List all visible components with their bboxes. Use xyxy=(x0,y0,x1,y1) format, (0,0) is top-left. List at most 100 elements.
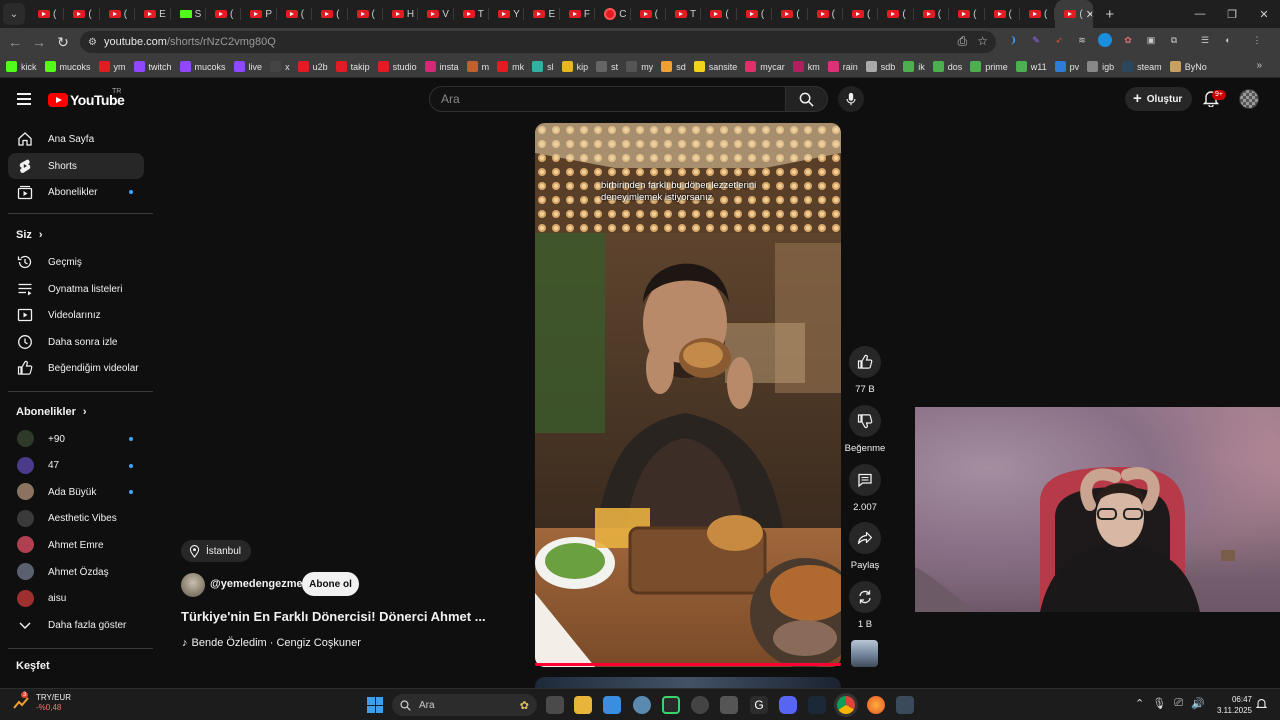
bookmark-mucoks[interactable]: mucoks xyxy=(179,61,226,72)
browser-tab[interactable]: ( xyxy=(206,0,242,28)
sidebar-item-playlists[interactable]: Oynatma listeleri xyxy=(8,276,144,302)
browser-tab[interactable]: ( xyxy=(808,0,844,28)
bookmark-sdb[interactable]: sdb xyxy=(865,61,895,72)
sidebar-subscription-channel[interactable]: Aesthetic Vibes xyxy=(8,506,144,532)
bookmark-steam[interactable]: steam xyxy=(1122,61,1162,72)
bookmark-mk[interactable]: mk xyxy=(497,61,524,72)
sidebar-subscription-channel[interactable]: Ada Büyük xyxy=(8,479,144,505)
back-button[interactable]: ← xyxy=(3,34,27,50)
bookmark-igb[interactable]: igb xyxy=(1087,61,1114,72)
browser-tab[interactable]: ( xyxy=(277,0,313,28)
bookmark-star-icon[interactable]: ☆ xyxy=(977,34,988,49)
restore-button[interactable]: ❐ xyxy=(1216,8,1248,21)
search-button[interactable] xyxy=(786,86,828,112)
bookmark-live[interactable]: live xyxy=(233,61,262,72)
reload-button[interactable]: ↻ xyxy=(51,34,75,51)
sidebar-item-your-videos[interactable]: Videolarınız xyxy=(8,302,144,328)
account-avatar[interactable] xyxy=(1239,89,1259,109)
create-button[interactable]: + Oluştur xyxy=(1125,87,1192,111)
bookmark-w11[interactable]: w11 xyxy=(1015,61,1047,72)
browser-tab[interactable]: ( xyxy=(64,0,101,28)
voice-search-button[interactable] xyxy=(838,86,864,112)
browser-tab[interactable]: ( xyxy=(631,0,667,28)
browser-tab[interactable]: F xyxy=(560,0,596,28)
sidebar-you-header[interactable]: Siz › xyxy=(16,229,43,241)
video-progress-bar[interactable] xyxy=(535,663,841,666)
remix-action[interactable]: 1 B xyxy=(847,581,883,630)
browser-tab[interactable]: E xyxy=(135,0,171,28)
bookmark-sl[interactable]: sl xyxy=(532,61,554,72)
bookmark-ym[interactable]: ym xyxy=(98,61,126,72)
sidebar-item-liked-videos[interactable]: Beğendiğim videolar xyxy=(8,355,144,381)
bookmark-st[interactable]: st xyxy=(596,61,618,72)
next-short-preview[interactable] xyxy=(535,677,841,688)
browser-menu-icon[interactable]: ⋮ xyxy=(1250,33,1264,47)
bookmark-mycar[interactable]: mycar xyxy=(745,61,785,72)
more-bookmarks-button[interactable]: » xyxy=(1256,60,1262,71)
sidebar-subscription-channel[interactable]: Ahmet Emre xyxy=(8,532,144,558)
close-window-button[interactable]: ✕ xyxy=(1248,8,1280,21)
bookmark-km[interactable]: km xyxy=(792,61,820,72)
short-title[interactable]: Türkiye'nin En Farklı Dönercisi! Dönerci… xyxy=(181,609,486,624)
browser-tab[interactable]: C xyxy=(595,0,632,28)
browser-tab[interactable]: ( xyxy=(878,0,915,28)
extension-arrow-icon[interactable]: ➶ xyxy=(1052,33,1066,47)
browser-tab[interactable]: ( xyxy=(985,0,1021,28)
sidebar-item-subscriptions[interactable]: Abonelikler xyxy=(8,179,144,205)
bookmark-mucoks[interactable]: mucoks xyxy=(44,61,91,72)
like-action[interactable]: 77 B xyxy=(847,346,883,395)
bookmark-m[interactable]: m xyxy=(466,61,489,72)
steam-icon[interactable] xyxy=(808,696,826,714)
bookmark-sansite[interactable]: sansite xyxy=(693,61,737,72)
browser-tab[interactable]: ( xyxy=(701,0,738,28)
notification-center-icon[interactable] xyxy=(1256,698,1267,710)
extension-icon[interactable]: ❩ xyxy=(1006,33,1020,47)
bookmark-pv[interactable]: pv xyxy=(1054,61,1079,72)
store-icon[interactable] xyxy=(603,696,621,714)
sidebar-subscriptions-header[interactable]: Abonelikler › xyxy=(16,406,87,418)
browser-tab[interactable]: P xyxy=(241,0,278,28)
chevron-up-icon[interactable]: ⌃ xyxy=(1135,697,1144,710)
browser-tab[interactable]: ( xyxy=(949,0,985,28)
music-link[interactable]: ♪ Bende Özledim · Cengiz Coşkuner xyxy=(182,637,361,649)
sidebar-subscription-channel[interactable]: +90 xyxy=(8,426,144,452)
currency-widget[interactable]: 3 TRY/EUR -%0,48 xyxy=(12,692,71,713)
extension-stack-icon[interactable]: ≋ xyxy=(1075,33,1089,47)
bookmark-takip[interactable]: takip xyxy=(335,61,370,72)
extension-circle-icon[interactable] xyxy=(1098,33,1112,47)
short-video-player[interactable] xyxy=(535,123,841,667)
bookmark-rain[interactable]: rain xyxy=(827,61,858,72)
file-explorer-icon[interactable] xyxy=(574,696,592,714)
taskbar-clock[interactable]: 06:47 3.11.2025 xyxy=(1212,694,1252,716)
extension-flower-icon[interactable]: ✿ xyxy=(1121,33,1135,47)
browser-tab[interactable]: T xyxy=(666,0,702,28)
reading-list-icon[interactable]: ☰ xyxy=(1198,33,1212,47)
sidebar-subscription-channel[interactable]: Ahmet Özdaş xyxy=(8,559,144,585)
browser-tab[interactable]: ( xyxy=(100,0,136,28)
sidebar-subscription-channel[interactable]: 47 xyxy=(8,453,144,479)
show-more-button[interactable]: Daha fazla göster xyxy=(8,612,144,638)
browser-tab[interactable]: T xyxy=(454,0,490,28)
browser-tab[interactable]: V xyxy=(418,0,455,28)
new-tab-button[interactable]: + xyxy=(1105,6,1114,23)
chrome-icon[interactable] xyxy=(837,696,855,714)
bookmark-kick[interactable]: kick xyxy=(6,61,37,72)
install-app-icon[interactable]: ⎙ xyxy=(958,34,968,49)
xbox-app-icon[interactable] xyxy=(662,696,680,714)
remix-button[interactable] xyxy=(849,581,881,613)
browser-tab[interactable]: ( xyxy=(29,0,65,28)
tab-search-button[interactable]: ⌄ xyxy=(3,3,25,25)
site-info-icon[interactable]: ⚙ xyxy=(88,37,97,48)
epic-games-icon[interactable]: G xyxy=(750,696,768,714)
sidebar-item-shorts[interactable]: Shorts xyxy=(8,153,144,179)
browser-tab[interactable]: Y xyxy=(489,0,525,28)
browser-tab[interactable]: ( xyxy=(348,0,384,28)
sidebar-item-history[interactable]: Geçmiş xyxy=(8,249,144,275)
location-chip[interactable]: İstanbul xyxy=(181,540,252,562)
app-icon[interactable] xyxy=(720,696,738,714)
minimize-button[interactable]: — xyxy=(1184,8,1216,20)
browser-tab[interactable]: S xyxy=(171,0,207,28)
volume-icon[interactable]: 🔊 xyxy=(1191,697,1205,710)
menu-icon[interactable] xyxy=(17,93,31,105)
subscribe-button[interactable]: Abone ol xyxy=(302,572,359,596)
